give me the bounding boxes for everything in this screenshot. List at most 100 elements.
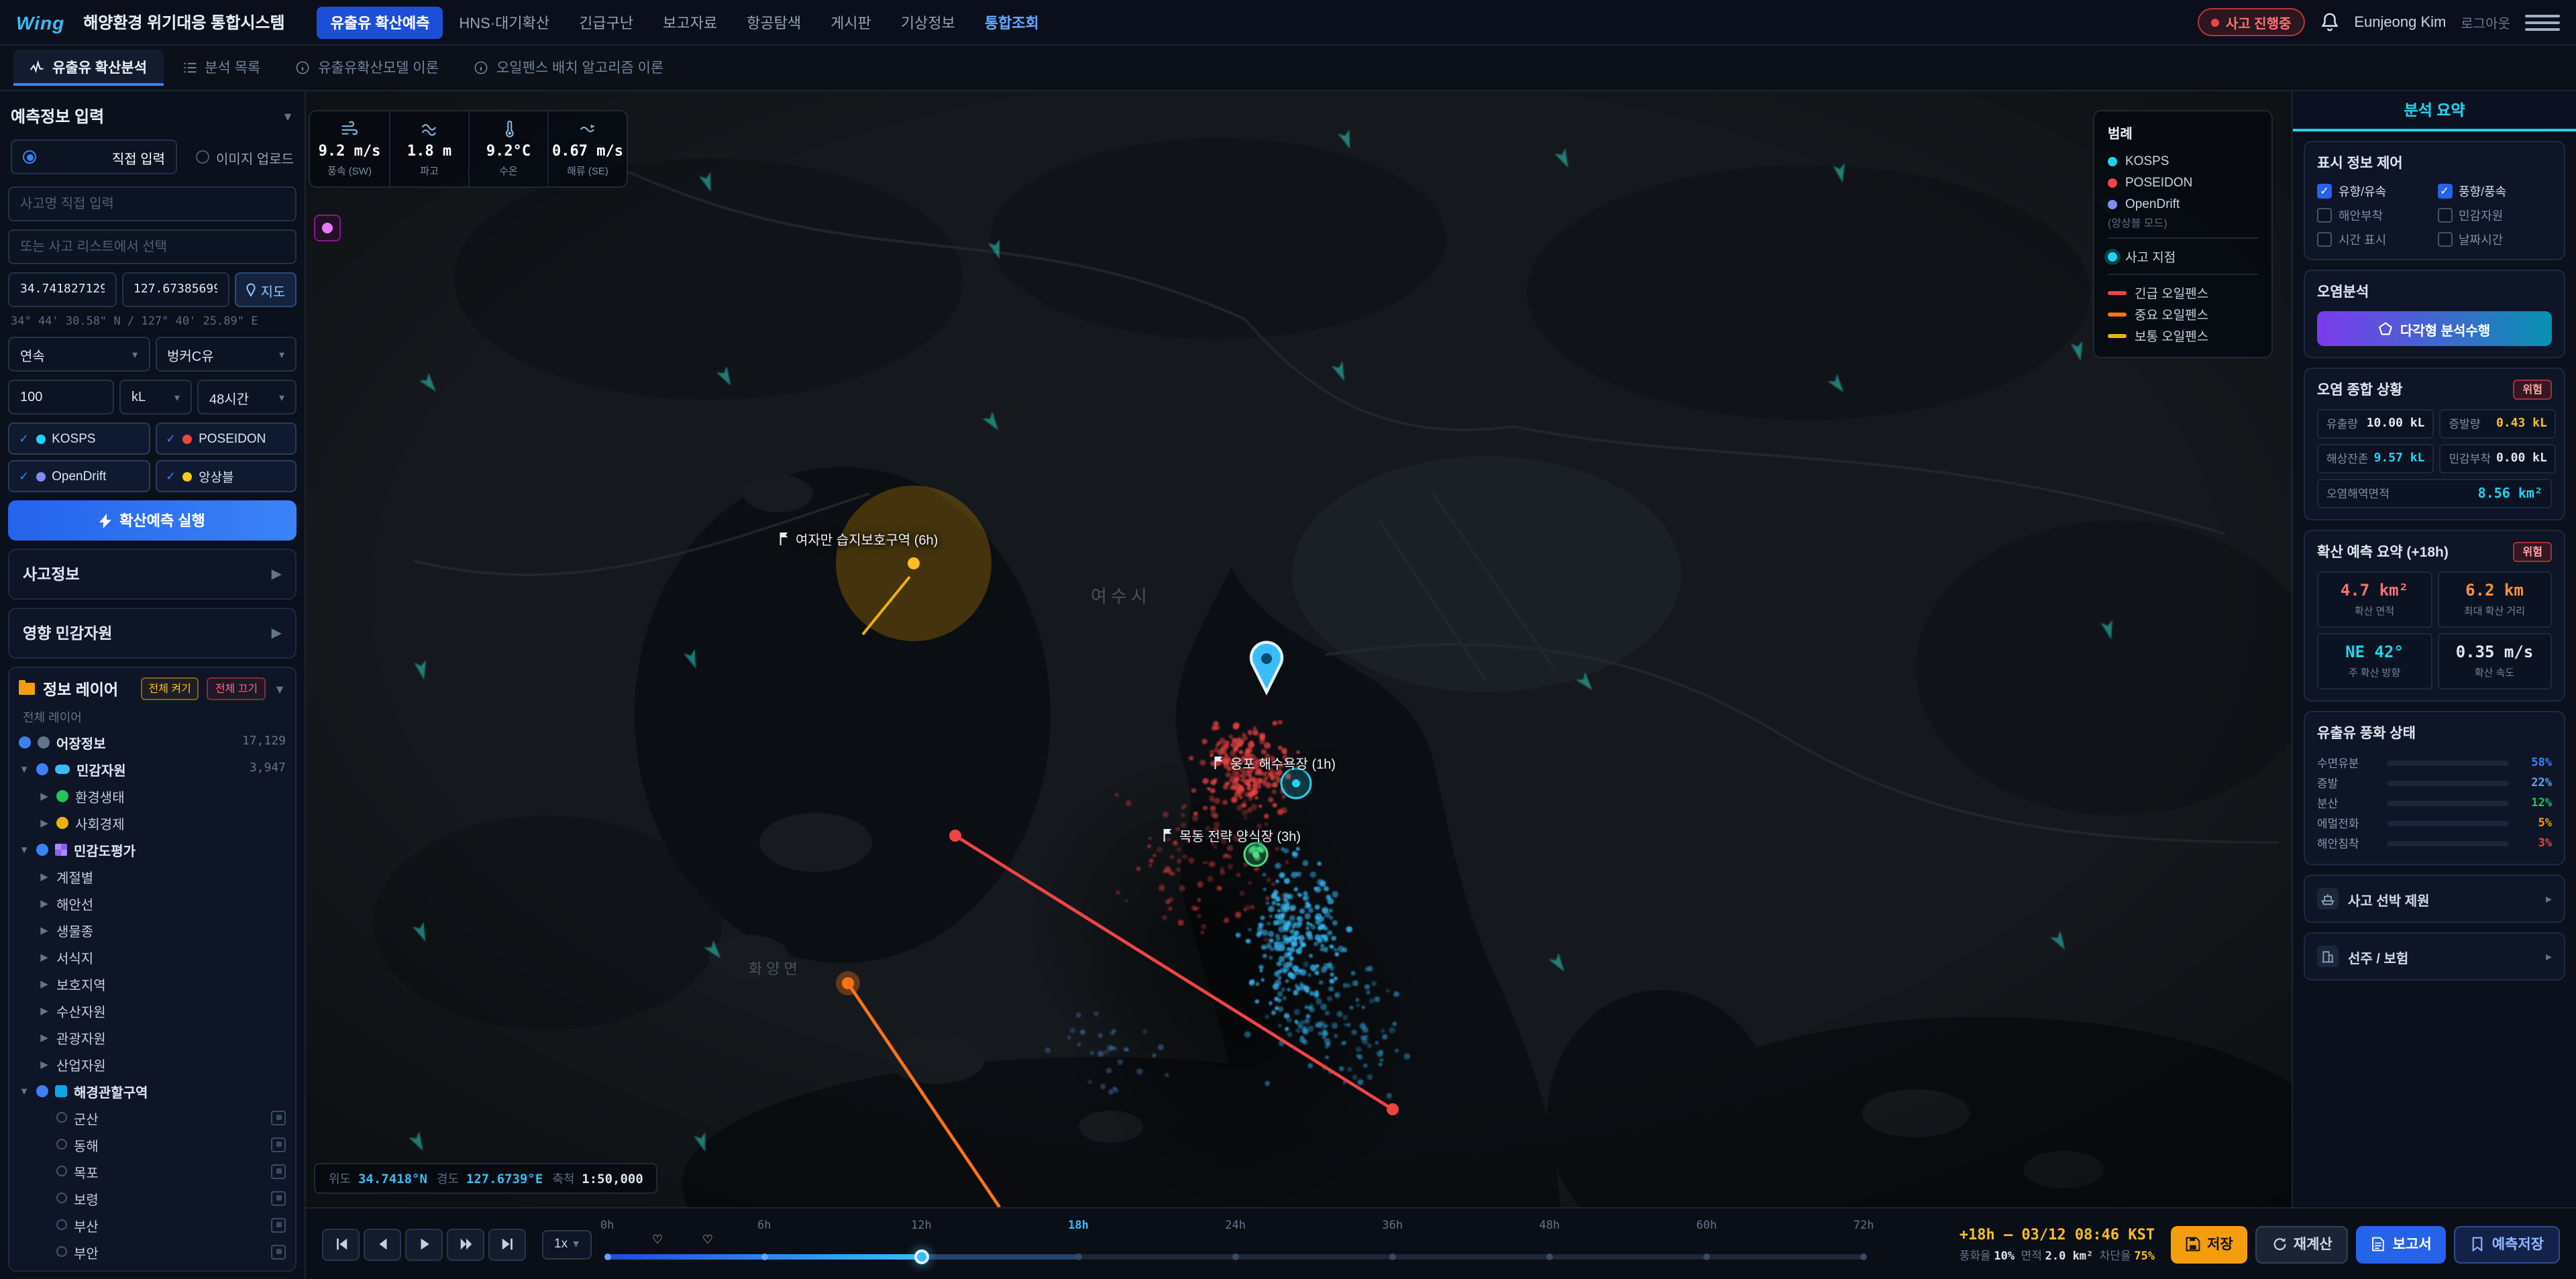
display-option-0[interactable]: ✓ 유향/유속 — [2317, 182, 2432, 200]
major-oil-fence[interactable] — [847, 982, 1001, 1207]
layer-row-생물종[interactable]: ▶ 생물종 — [19, 916, 286, 943]
layer-toggle[interactable] — [56, 1166, 67, 1176]
playback-speed-select[interactable]: 1x ▾ — [542, 1229, 592, 1259]
section-affected-resources[interactable]: 영향 민감자원 ▶ — [8, 608, 297, 659]
layer-toggle[interactable] — [56, 1192, 67, 1203]
nav-item-1[interactable]: HNS·대기확산 — [445, 6, 563, 38]
longitude-input[interactable] — [121, 272, 229, 307]
model-chip-OpenDrift[interactable]: ✓ OpenDrift — [8, 460, 150, 492]
oil-type-select[interactable]: 벙커C유 ▾ — [155, 337, 297, 372]
input-mode-radio-0[interactable]: 직접 입력 — [11, 140, 178, 174]
layer-row-사회경제[interactable]: ▶ 사회경제 — [19, 809, 286, 836]
layer-zoom-icon[interactable] — [271, 1164, 286, 1178]
layer-row-부안[interactable]: 부안 — [19, 1238, 286, 1265]
layer-row-목포[interactable]: 목포 — [19, 1158, 286, 1184]
layer-row-부산[interactable]: 부산 — [19, 1211, 286, 1238]
play-button[interactable] — [405, 1228, 443, 1260]
skip-start-button[interactable] — [322, 1228, 360, 1260]
model-chip-POSEIDON[interactable]: ✓ POSEIDON — [155, 423, 297, 455]
layer-row-어장정보[interactable]: 어장정보 17,129 — [19, 728, 286, 755]
time-slider[interactable]: 0h 6h 12h 18h 24h 36h 48h 60h 72h ♡ ♡ — [600, 1213, 1874, 1275]
tab-2[interactable]: 유출유확산모델 이론 — [279, 50, 455, 86]
layer-zoom-icon[interactable] — [271, 1190, 286, 1205]
layer-row-계절별[interactable]: ▶ 계절별 — [19, 863, 286, 889]
layer-row-민감자원[interactable]: ▼ 민감자원 3,947 — [19, 755, 286, 782]
display-option-1[interactable]: ✓ 풍향/풍속 — [2437, 182, 2552, 200]
model-chip-앙상블[interactable]: ✓ 앙상블 — [155, 460, 297, 492]
layer-row-보호지역[interactable]: ▶ 보호지역 — [19, 970, 286, 997]
all-layers-off-button[interactable]: 전체 끄기 — [207, 677, 266, 700]
collapse-chevron-icon[interactable]: ▼ — [282, 109, 294, 123]
layer-zoom-icon[interactable] — [271, 1110, 286, 1125]
nav-item-0[interactable]: 유출유 확산예측 — [317, 6, 443, 38]
layer-zoom-icon[interactable] — [271, 1244, 286, 1259]
hamburger-menu-icon[interactable] — [2525, 9, 2560, 36]
layer-row-동해[interactable]: 동해 — [19, 1131, 286, 1158]
amount-input[interactable] — [8, 380, 114, 414]
tab-1[interactable]: 분석 목록 — [166, 50, 276, 86]
skip-end-button[interactable] — [488, 1228, 526, 1260]
map-callout-2[interactable]: 목동 전략 양식장 (3h) — [1162, 825, 1301, 845]
incident-pin[interactable] — [1249, 641, 1284, 696]
pick-on-map-button[interactable]: 지도 — [235, 272, 297, 307]
layer-toggle[interactable] — [36, 1085, 48, 1097]
tab-3[interactable]: 오일펜스 배치 알고리즘 이론 — [458, 50, 680, 86]
layer-row-해안선[interactable]: ▶ 해안선 — [19, 889, 286, 916]
bell-icon[interactable] — [2319, 12, 2339, 32]
display-option-2[interactable]: 해안부착 — [2317, 207, 2432, 224]
nav-item-7[interactable]: 통합조회 — [971, 6, 1053, 38]
layer-toggle[interactable] — [56, 1139, 67, 1150]
layer-toggle[interactable] — [19, 736, 31, 748]
fast-forward-button[interactable] — [447, 1228, 484, 1260]
model-chip-KOSPS[interactable]: ✓ KOSPS — [8, 423, 150, 455]
accident-list-input[interactable] — [8, 229, 297, 264]
section-accident-info[interactable]: 사고정보 ▶ — [8, 549, 297, 600]
spill-type-select[interactable]: 연속 ▾ — [8, 337, 150, 372]
layers-collapse-icon[interactable]: ▼ — [274, 682, 286, 696]
map-callout-0[interactable]: 여자만 습지보호구역 (6h) — [778, 529, 938, 549]
user-name[interactable]: Eunjeong Kim — [2354, 14, 2446, 30]
timeline-handle[interactable] — [914, 1249, 929, 1264]
event-marker[interactable]: ♡ — [652, 1232, 663, 1247]
nav-item-2[interactable]: 긴급구난 — [566, 6, 647, 38]
display-option-3[interactable]: 민감자원 — [2437, 207, 2552, 224]
layer-zoom-icon[interactable] — [271, 1271, 286, 1272]
run-prediction-button[interactable]: 확산예측 실행 — [8, 500, 297, 541]
latitude-input[interactable] — [8, 272, 116, 307]
map-style-button[interactable] — [314, 215, 341, 241]
accident-name-input[interactable] — [8, 186, 297, 221]
layer-toggle[interactable] — [56, 1112, 67, 1123]
duration-select[interactable]: 48시간 ▾ — [197, 380, 297, 414]
layer-toggle[interactable] — [36, 843, 48, 855]
layer-row-보령[interactable]: 보령 — [19, 1184, 286, 1211]
layer-zoom-icon[interactable] — [271, 1217, 286, 1232]
layer-row-민감도평가[interactable]: ▼ 민감도평가 — [19, 836, 286, 863]
unit-select[interactable]: kL ▾ — [119, 380, 192, 414]
display-option-5[interactable]: 날짜시간 — [2437, 231, 2552, 248]
layer-row-산업자원[interactable]: ▶ 산업자원 — [19, 1050, 286, 1077]
event-marker[interactable]: ♡ — [702, 1232, 713, 1247]
layer-row-관광자원[interactable]: ▶ 관광자원 — [19, 1023, 286, 1050]
save-button[interactable]: 저장 — [2171, 1225, 2248, 1263]
summary-header-tab[interactable]: 분석 요약 — [2293, 91, 2576, 131]
tab-0[interactable]: 유출유 확산분석 — [13, 50, 164, 86]
map-canvas[interactable]: 여자만 습지보호구역 (6h) 웅포 해수욕장 (1h) 목동 전략 양식장 (3h… — [306, 91, 2292, 1207]
input-mode-radio-1[interactable]: 이미지 업로드 — [196, 140, 294, 174]
layer-toggle[interactable] — [56, 1219, 67, 1230]
section-owner-insurance[interactable]: 선주 / 보험 ▸ — [2304, 932, 2565, 981]
layer-row-군산[interactable]: 군산 — [19, 1104, 286, 1131]
display-option-4[interactable]: 시간 표시 — [2317, 231, 2432, 248]
layer-row-해경관할구역[interactable]: ▼ 해경관할구역 — [19, 1077, 286, 1104]
recalculate-button[interactable]: 재계산 — [2255, 1225, 2349, 1263]
layer-zoom-icon[interactable] — [271, 1137, 286, 1152]
map-callout-1[interactable]: 웅포 해수욕장 (1h) — [1213, 753, 1336, 773]
report-button[interactable]: 예측저장 보고서 — [2356, 1225, 2447, 1263]
logout-link[interactable]: 로그아웃 — [2461, 12, 2510, 32]
save-prediction-button[interactable]: 예측저장 — [2454, 1225, 2560, 1263]
urgent-oil-fence[interactable] — [954, 834, 1394, 1111]
nav-item-4[interactable]: 항공탐색 — [733, 6, 814, 38]
step-back-button[interactable] — [364, 1228, 401, 1260]
layer-row-사천[interactable]: 사천 — [19, 1265, 286, 1272]
polygon-analysis-button[interactable]: 다각형 분석수행 — [2317, 311, 2552, 346]
layer-row-환경생태[interactable]: ▶ 환경생태 — [19, 782, 286, 809]
